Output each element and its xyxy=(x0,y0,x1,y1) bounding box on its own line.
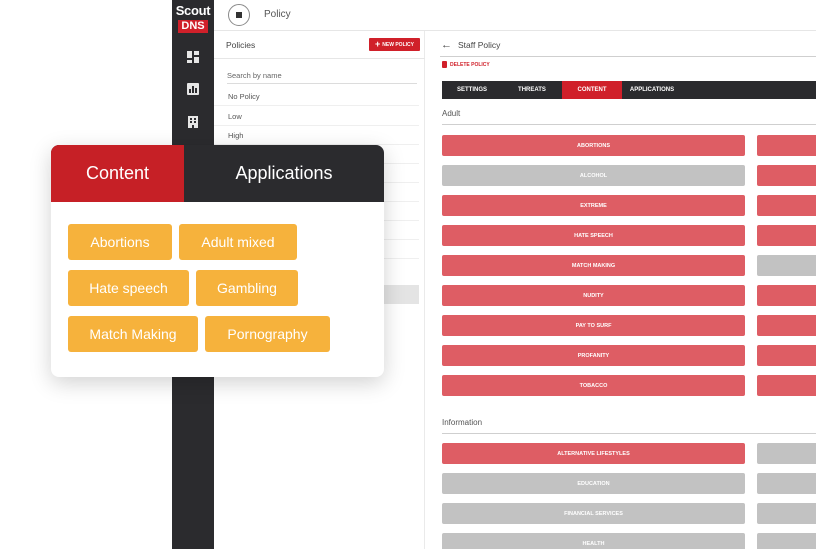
policy-detail: ← Staff Policy DELETE POLICY SETTINGS TH… xyxy=(426,31,816,549)
category-toggle-secondary[interactable] xyxy=(757,255,816,276)
chip-gambling[interactable]: Gambling xyxy=(196,270,298,306)
title-divider xyxy=(440,56,816,57)
category-toggle-financial-services[interactable]: FINANCIAL SERVICES xyxy=(442,503,745,524)
menu-icon xyxy=(236,12,242,18)
chip-match-making[interactable]: Match Making xyxy=(68,316,198,352)
category-toggle-alternative-lifestyles[interactable]: ALTERNATIVE LIFESTYLES xyxy=(442,443,745,464)
policy-item-high[interactable]: High xyxy=(214,126,419,145)
category-toggle-education[interactable]: EDUCATION xyxy=(442,473,745,494)
card-tabs: Content Applications xyxy=(51,145,384,202)
plus-icon: + xyxy=(375,39,381,49)
chip-abortions[interactable]: Abortions xyxy=(68,224,172,260)
chip-hate-speech[interactable]: Hate speech xyxy=(68,270,189,306)
policy-search-input[interactable] xyxy=(227,68,417,84)
policies-heading: Policies xyxy=(226,40,256,50)
tab-applications[interactable]: APPLICATIONS xyxy=(622,81,682,99)
trash-icon xyxy=(442,61,447,68)
section-label-information: Information xyxy=(442,418,483,427)
new-policy-label: NEW POLICY xyxy=(382,41,414,48)
category-toggle-pay-to-surf[interactable]: PAY TO SURF xyxy=(442,315,745,336)
category-toggle-secondary[interactable] xyxy=(757,165,816,186)
back-arrow-icon[interactable]: ← xyxy=(441,40,452,51)
section-divider xyxy=(442,124,816,125)
category-toggle-secondary[interactable] xyxy=(757,315,816,336)
delete-policy-label: DELETE POLICY xyxy=(450,61,490,68)
section-label-adult: Adult xyxy=(442,109,461,118)
category-toggle-secondary[interactable] xyxy=(757,345,816,366)
category-toggle-tobacco[interactable]: TOBACCO xyxy=(442,375,745,396)
policy-item-no-policy[interactable]: No Policy xyxy=(214,87,419,106)
policy-item-low[interactable]: Low xyxy=(214,107,419,126)
category-toggle-secondary[interactable] xyxy=(757,195,816,216)
category-toggle-match-making[interactable]: MATCH MAKING xyxy=(442,255,745,276)
app-root: Scout DNS Policy Policies + NEW POLICY N… xyxy=(0,0,816,549)
bar-chart-icon[interactable] xyxy=(186,82,200,96)
logo-text-dns: DNS xyxy=(178,20,208,33)
building-icon[interactable] xyxy=(186,115,200,129)
policy-title: Staff Policy xyxy=(458,40,501,50)
category-toggle-secondary[interactable] xyxy=(757,375,816,396)
category-toggle-secondary[interactable] xyxy=(757,503,816,524)
policies-divider xyxy=(214,58,425,59)
chip-adult-mixed[interactable]: Adult mixed xyxy=(179,224,297,260)
category-toggle-alcohol[interactable]: ALCOHOL xyxy=(442,165,745,186)
category-toggle-secondary[interactable] xyxy=(757,473,816,494)
scoutdns-logo[interactable]: Scout DNS xyxy=(172,4,214,33)
category-toggle-secondary[interactable] xyxy=(757,225,816,246)
top-bar: Policy xyxy=(214,0,816,31)
category-toggle-nudity[interactable]: NUDITY xyxy=(442,285,745,306)
chip-pornography[interactable]: Pornography xyxy=(205,316,330,352)
delete-policy-button[interactable]: DELETE POLICY xyxy=(442,61,490,68)
new-policy-button[interactable]: + NEW POLICY xyxy=(369,38,420,51)
content-card: Content Applications Abortions Adult mix… xyxy=(51,145,384,377)
category-toggle-secondary[interactable] xyxy=(757,443,816,464)
tab-content[interactable]: CONTENT xyxy=(562,81,622,99)
category-toggle-hate-speech[interactable]: HATE SPEECH xyxy=(442,225,745,246)
category-toggle-secondary[interactable] xyxy=(757,285,816,306)
menu-toggle-button[interactable] xyxy=(228,4,250,26)
category-toggle-profanity[interactable]: PROFANITY xyxy=(442,345,745,366)
card-tab-content[interactable]: Content xyxy=(51,145,184,202)
page-title: Policy xyxy=(264,9,291,20)
tab-settings[interactable]: SETTINGS xyxy=(442,81,502,99)
logo-text-scout: Scout xyxy=(175,3,211,18)
section-divider xyxy=(442,433,816,434)
tab-threats[interactable]: THREATS xyxy=(502,81,562,99)
category-toggle-secondary[interactable] xyxy=(757,533,816,549)
category-toggle-secondary[interactable] xyxy=(757,135,816,156)
card-tab-applications[interactable]: Applications xyxy=(184,145,384,202)
category-toggle-abortions[interactable]: ABORTIONS xyxy=(442,135,745,156)
category-toggle-health[interactable]: HEALTH xyxy=(442,533,745,549)
category-toggle-extreme[interactable]: EXTREME xyxy=(442,195,745,216)
dashboard-icon[interactable] xyxy=(186,50,200,64)
